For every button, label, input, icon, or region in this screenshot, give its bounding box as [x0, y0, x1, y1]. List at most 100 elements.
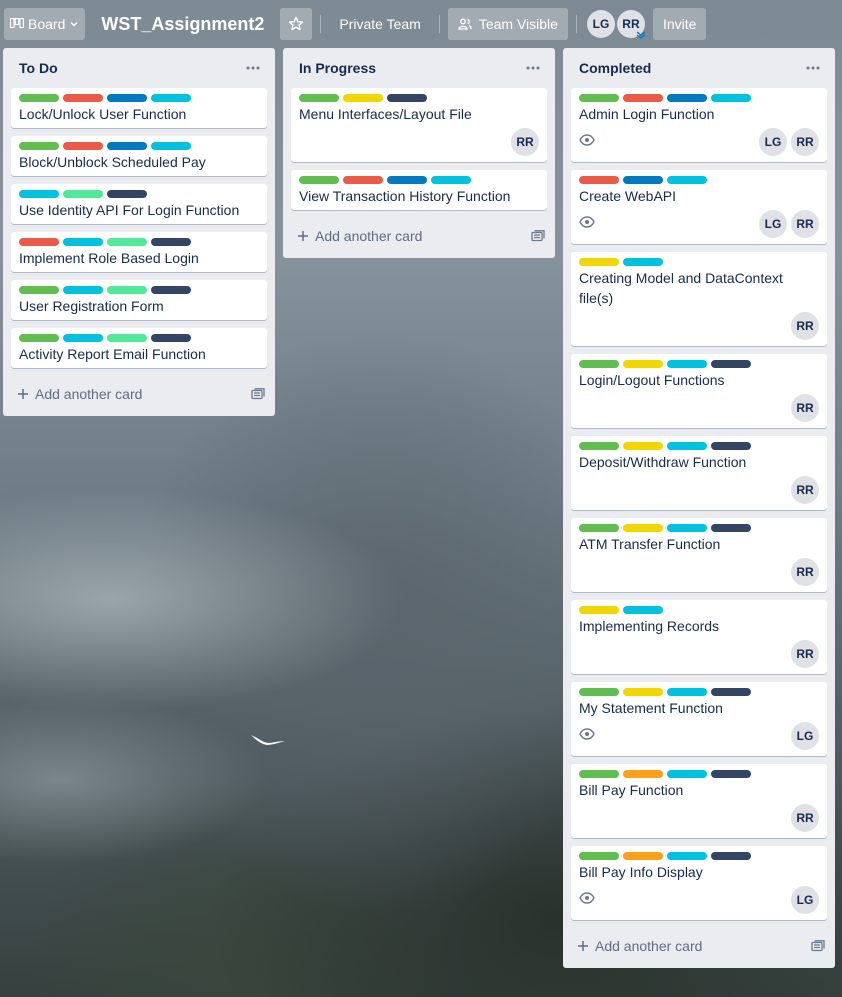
card[interactable]: Bill Pay Info Display LG	[571, 846, 827, 920]
card[interactable]: User Registration Form	[11, 280, 267, 320]
label-sky[interactable]	[63, 334, 103, 342]
member-avatar[interactable]: RR	[791, 640, 819, 668]
label-black[interactable]	[151, 238, 191, 246]
label-yellow[interactable]	[623, 360, 663, 368]
member-avatar[interactable]: RR	[616, 10, 646, 39]
label-yellow[interactable]	[623, 442, 663, 450]
label-sky[interactable]	[623, 606, 663, 614]
team-button[interactable]: Private Team	[329, 8, 430, 40]
board-title[interactable]: WST_Assignment2	[93, 14, 272, 35]
label-green[interactable]	[579, 852, 619, 860]
label-green[interactable]	[19, 286, 59, 294]
list-title[interactable]: To Do	[19, 60, 58, 76]
label-black[interactable]	[711, 360, 751, 368]
label-sky[interactable]	[623, 258, 663, 266]
card[interactable]: Login/Logout Functions RR	[571, 354, 827, 428]
label-green[interactable]	[579, 688, 619, 696]
label-black[interactable]	[711, 770, 751, 778]
card-template-icon[interactable]	[811, 940, 825, 952]
member-avatar[interactable]: RR	[791, 210, 819, 238]
label-green[interactable]	[19, 94, 59, 102]
card[interactable]: Deposit/Withdraw Function RR	[571, 436, 827, 510]
label-black[interactable]	[711, 524, 751, 532]
member-avatar[interactable]: LG	[791, 722, 819, 750]
member-avatar[interactable]: LG	[759, 128, 787, 156]
label-lime[interactable]	[107, 286, 147, 294]
member-avatar[interactable]: LG	[791, 886, 819, 914]
label-green[interactable]	[19, 142, 59, 150]
member-avatar[interactable]: LG	[586, 10, 615, 38]
add-card-button[interactable]: Add another card	[17, 386, 142, 402]
list-menu-button[interactable]	[241, 58, 265, 78]
label-sky[interactable]	[667, 176, 707, 184]
label-yellow[interactable]	[343, 94, 383, 102]
member-avatar[interactable]: RR	[791, 128, 819, 156]
label-red[interactable]	[63, 94, 103, 102]
label-black[interactable]	[711, 442, 751, 450]
visibility-button[interactable]: Team Visible	[447, 8, 568, 40]
label-red[interactable]	[623, 94, 663, 102]
member-avatar[interactable]: RR	[791, 312, 819, 340]
card[interactable]: ATM Transfer Function RR	[571, 518, 827, 592]
list-menu-button[interactable]	[521, 58, 545, 78]
list-title[interactable]: Completed	[579, 60, 651, 76]
label-yellow[interactable]	[623, 688, 663, 696]
card[interactable]: Bill Pay Function RR	[571, 764, 827, 838]
member-avatar[interactable]: RR	[791, 558, 819, 586]
card[interactable]: Implementing Records RR	[571, 600, 827, 674]
card[interactable]: Implement Role Based Login	[11, 232, 267, 272]
label-sky[interactable]	[151, 142, 191, 150]
card[interactable]: My Statement Function LG	[571, 682, 827, 756]
label-sky[interactable]	[667, 770, 707, 778]
label-blue[interactable]	[623, 176, 663, 184]
label-green[interactable]	[299, 176, 339, 184]
card[interactable]: Block/Unblock Scheduled Pay	[11, 136, 267, 176]
label-black[interactable]	[387, 94, 427, 102]
label-yellow[interactable]	[623, 524, 663, 532]
label-orange[interactable]	[623, 770, 663, 778]
add-card-button[interactable]: Add another card	[297, 228, 422, 244]
card[interactable]: Create WebAPI LG RR	[571, 170, 827, 244]
label-yellow[interactable]	[579, 258, 619, 266]
invite-button[interactable]: Invite	[652, 8, 707, 40]
label-black[interactable]	[107, 190, 147, 198]
member-avatar[interactable]: LG	[759, 210, 787, 238]
label-sky[interactable]	[667, 360, 707, 368]
label-blue[interactable]	[107, 142, 147, 150]
label-yellow[interactable]	[579, 606, 619, 614]
card-template-icon[interactable]	[531, 230, 545, 242]
label-blue[interactable]	[667, 94, 707, 102]
label-black[interactable]	[151, 334, 191, 342]
label-red[interactable]	[63, 142, 103, 150]
card[interactable]: Lock/Unlock User Function	[11, 88, 267, 128]
member-avatar[interactable]: RR	[791, 394, 819, 422]
label-sky[interactable]	[63, 286, 103, 294]
label-green[interactable]	[579, 360, 619, 368]
label-red[interactable]	[579, 176, 619, 184]
label-green[interactable]	[579, 524, 619, 532]
card-template-icon[interactable]	[251, 388, 265, 400]
add-card-button[interactable]: Add another card	[577, 938, 702, 954]
label-lime[interactable]	[63, 190, 103, 198]
label-sky[interactable]	[63, 238, 103, 246]
label-orange[interactable]	[623, 852, 663, 860]
label-black[interactable]	[711, 688, 751, 696]
card[interactable]: Admin Login Function LG RR	[571, 88, 827, 162]
label-sky[interactable]	[151, 94, 191, 102]
list-title[interactable]: In Progress	[299, 60, 376, 76]
card[interactable]: Creating Model and DataContext file(s) RR	[571, 252, 827, 346]
label-sky[interactable]	[711, 94, 751, 102]
label-green[interactable]	[299, 94, 339, 102]
board-switcher-button[interactable]: Board	[4, 8, 86, 40]
label-sky[interactable]	[667, 442, 707, 450]
label-green[interactable]	[579, 770, 619, 778]
label-red[interactable]	[343, 176, 383, 184]
member-avatar[interactable]: RR	[791, 476, 819, 504]
member-avatar[interactable]: RR	[511, 128, 539, 156]
card[interactable]: Activity Report Email Function	[11, 328, 267, 368]
label-lime[interactable]	[107, 334, 147, 342]
label-green[interactable]	[579, 442, 619, 450]
star-button[interactable]	[280, 8, 313, 40]
label-blue[interactable]	[387, 176, 427, 184]
label-blue[interactable]	[107, 94, 147, 102]
